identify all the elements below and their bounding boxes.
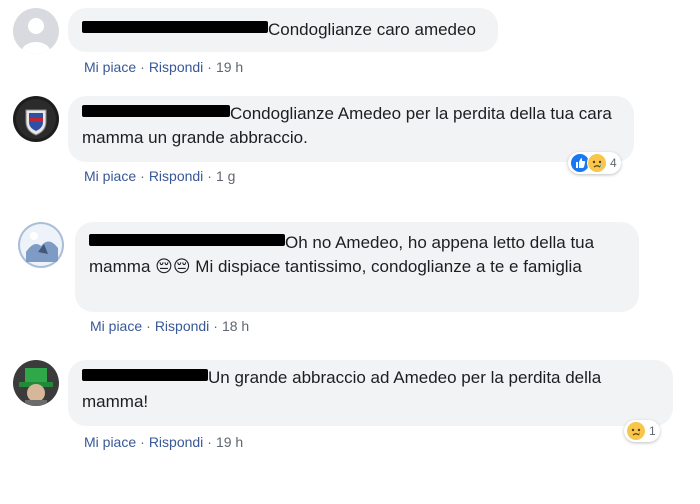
comment-actions: Mi piace · Rispondi · 1 g	[84, 168, 235, 184]
redacted-author-name[interactable]	[89, 234, 285, 246]
timestamp[interactable]: 18 h	[222, 318, 249, 334]
reply-link[interactable]: Rispondi	[155, 318, 209, 334]
separator: ·	[140, 59, 145, 75]
timestamp[interactable]: 1 g	[216, 168, 235, 184]
reactions-summary[interactable]: 4	[568, 152, 621, 174]
avatar-photo[interactable]	[18, 222, 64, 268]
like-link[interactable]: Mi piace	[84, 59, 136, 75]
sad-reaction-icon	[587, 153, 607, 173]
redacted-author-name[interactable]	[82, 369, 208, 381]
comment-bubble: Oh no Amedeo, ho appena letto della tua …	[75, 222, 639, 312]
avatar-hat[interactable]	[13, 360, 59, 406]
redacted-author-name[interactable]	[82, 21, 268, 33]
reply-link[interactable]: Rispondi	[149, 59, 203, 75]
avatar-crest[interactable]	[13, 96, 59, 142]
reply-link[interactable]: Rispondi	[149, 168, 203, 184]
timestamp[interactable]: 19 h	[216, 434, 243, 450]
crest-avatar-icon	[13, 96, 59, 142]
comment-bubble: Condoglianze Amedeo per la perdita della…	[68, 96, 634, 162]
comment-actions: Mi piace · Rispondi · 18 h	[90, 318, 249, 334]
separator: ·	[140, 168, 145, 184]
separator: ·	[207, 434, 212, 450]
separator: ·	[207, 59, 212, 75]
separator: ·	[140, 434, 145, 450]
like-link[interactable]: Mi piace	[84, 434, 136, 450]
separator: ·	[213, 318, 218, 334]
comment-text: Condoglianze caro amedeo	[268, 20, 476, 39]
like-link[interactable]: Mi piace	[90, 318, 142, 334]
default-avatar-icon	[13, 8, 59, 54]
like-link[interactable]: Mi piace	[84, 168, 136, 184]
avatar-default[interactable]	[13, 8, 59, 54]
reactions-summary[interactable]: 1	[624, 420, 660, 442]
reaction-count: 4	[610, 156, 617, 170]
separator: ·	[207, 168, 212, 184]
sad-reaction-icon	[626, 421, 646, 441]
timestamp[interactable]: 19 h	[216, 59, 243, 75]
comment-actions: Mi piace · Rispondi · 19 h	[84, 434, 243, 450]
separator: ·	[146, 318, 151, 334]
sad-emoji: 😔😔	[155, 257, 191, 276]
comment-bubble: Condoglianze caro amedeo	[68, 8, 498, 52]
comment-bubble: Un grande abbraccio ad Amedeo per la per…	[68, 360, 673, 426]
reaction-count: 1	[649, 424, 656, 438]
reply-link[interactable]: Rispondi	[149, 434, 203, 450]
hat-avatar-icon	[13, 360, 59, 406]
photo-avatar-icon	[18, 222, 64, 268]
comment-actions: Mi piace · Rispondi · 19 h	[84, 59, 243, 75]
comment-text-part2: Mi dispiace tantissimo, condoglianze a t…	[190, 257, 582, 276]
redacted-author-name[interactable]	[82, 105, 230, 117]
